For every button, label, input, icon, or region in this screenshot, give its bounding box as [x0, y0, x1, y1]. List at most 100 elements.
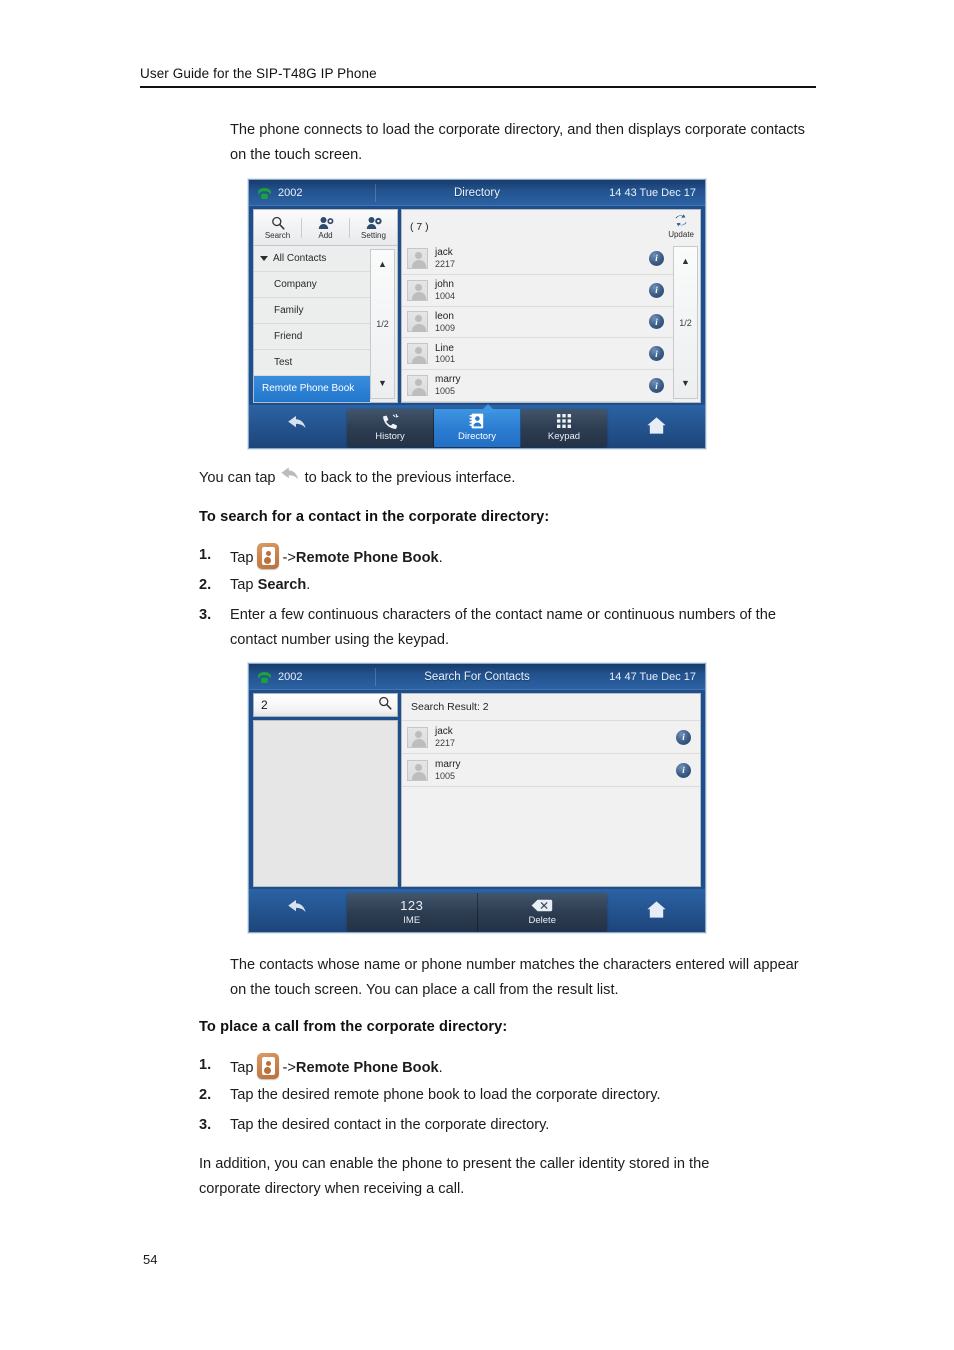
- contact-scrollbar[interactable]: ▲ 1/2 ▼: [673, 246, 698, 399]
- magnifier-icon: [271, 215, 285, 230]
- step-text: Tap the desired remote phone book to loa…: [230, 1087, 661, 1103]
- step-suffix: .: [306, 577, 311, 593]
- phone-screenshot-search: 2002 Search For Contacts 14 47 Tue Dec 1…: [248, 663, 706, 933]
- back-arrow-icon: [287, 899, 309, 924]
- search-button-label: Search: [264, 231, 291, 240]
- directory-icon: [469, 413, 485, 429]
- search-results-pane: Search Result: 2 jack 2217 i marry 1005 …: [401, 693, 701, 887]
- call-step-1: 1. Tap ->Remote Phone Book.: [199, 1053, 819, 1081]
- search-suggestion-area: [253, 720, 398, 887]
- page-indicator: 1/2: [376, 319, 389, 329]
- running-head-title: User Guide for the SIP-T48G IP Phone: [140, 66, 377, 81]
- category-label: Remote Phone Book: [262, 383, 355, 395]
- scroll-down-arrow-icon[interactable]: ▼: [681, 379, 690, 388]
- avatar: [407, 343, 428, 365]
- tab-group: 123 IME Delete: [347, 892, 607, 931]
- tap-back-prefix: You can tap: [199, 470, 276, 486]
- home-button[interactable]: [607, 416, 705, 440]
- keypad-grid-icon: [556, 413, 572, 429]
- contact-number: 1004: [435, 290, 456, 301]
- category-item-family[interactable]: Family: [254, 298, 370, 324]
- update-button[interactable]: Update: [668, 214, 694, 239]
- directory-left-pane: Search Add Setting All Contacts Company …: [253, 209, 398, 403]
- avatar: [407, 726, 428, 748]
- contact-row[interactable]: marry 1005 i: [402, 754, 700, 787]
- home-button[interactable]: [607, 900, 705, 924]
- category-label: Test: [274, 357, 293, 368]
- add-contact-icon: [318, 215, 334, 230]
- category-label: All Contacts: [273, 253, 327, 264]
- scroll-down-arrow-icon[interactable]: ▼: [378, 379, 387, 388]
- contact-row[interactable]: jack 2217 i: [402, 243, 673, 275]
- search-button[interactable]: Search: [254, 215, 301, 240]
- add-button[interactable]: Add: [302, 215, 349, 240]
- backspace-icon: [531, 897, 553, 913]
- home-icon: [646, 416, 667, 440]
- search-input[interactable]: 2: [253, 693, 398, 717]
- search-result-list: jack 2217 i marry 1005 i: [402, 721, 700, 886]
- contact-info-icon[interactable]: i: [649, 346, 664, 362]
- intro-paragraph: The phone connects to load the corporate…: [230, 122, 805, 163]
- back-arrow-icon: [280, 467, 301, 486]
- contact-info-icon[interactable]: i: [649, 378, 664, 394]
- back-button[interactable]: [249, 899, 347, 924]
- tab-delete[interactable]: Delete: [477, 892, 607, 931]
- tab-delete-label: Delete: [528, 915, 556, 926]
- contact-info-icon[interactable]: i: [676, 729, 691, 745]
- page-header: User Guide for the SIP-T48G IP Phone: [140, 66, 816, 88]
- contact-row[interactable]: Line 1001 i: [402, 338, 673, 371]
- call-step-2: 2. Tap the desired remote phone book to …: [199, 1083, 819, 1108]
- screen-body: 2 Search Result: 2 jack 2217 i marry 100…: [249, 690, 705, 889]
- avatar: [407, 375, 428, 397]
- avatar: [407, 311, 428, 333]
- avatar: [407, 759, 428, 781]
- scroll-up-arrow-icon[interactable]: ▲: [681, 257, 690, 266]
- tab-history[interactable]: History: [347, 408, 434, 447]
- tab-directory[interactable]: Directory: [434, 408, 521, 447]
- contact-info-icon[interactable]: i: [676, 762, 691, 778]
- setting-button-label: Setting: [361, 231, 386, 240]
- category-item-friend[interactable]: Friend: [254, 324, 370, 350]
- magnifier-icon: [378, 696, 392, 715]
- contact-info: jack 2217: [435, 247, 649, 269]
- contact-number: 2217: [435, 737, 456, 748]
- search-step-2: 2. Tap Search.: [199, 573, 819, 598]
- tab-keypad[interactable]: Keypad: [521, 408, 607, 447]
- contact-count-label: ( 7 ): [410, 220, 429, 233]
- bottom-tab-bar: History Directory Keypad: [249, 404, 705, 448]
- contact-area: jack 2217 i john 1004 i leon 1009 i Line…: [402, 243, 700, 402]
- result-paragraph: The contacts whose name or phone number …: [230, 957, 799, 998]
- category-item-test[interactable]: Test: [254, 350, 370, 376]
- setting-button[interactable]: Setting: [350, 215, 397, 240]
- tab-keypad-label: Keypad: [547, 431, 581, 442]
- contact-info-icon[interactable]: i: [649, 250, 664, 266]
- scroll-up-arrow-icon[interactable]: ▲: [378, 260, 387, 269]
- caret-down-icon: [260, 256, 268, 261]
- contact-name: Line: [435, 342, 454, 354]
- contact-info: john 1004: [435, 279, 649, 301]
- contact-row[interactable]: leon 1009 i: [402, 306, 673, 339]
- contact-name: john: [435, 278, 454, 290]
- category-item-all-contacts[interactable]: All Contacts: [254, 246, 370, 272]
- contact-number: 2217: [435, 258, 456, 269]
- category-scrollbar[interactable]: ▲ 1/2 ▼: [370, 249, 395, 399]
- contact-row[interactable]: jack 2217 i: [402, 721, 700, 754]
- contact-name: jack: [435, 247, 453, 259]
- contact-info-icon[interactable]: i: [649, 314, 664, 330]
- search-result-label: Search Result: 2: [402, 694, 700, 721]
- call-step-3: 3. Tap the desired contact in the corpor…: [199, 1113, 819, 1138]
- step-number: 3.: [199, 1117, 212, 1133]
- remote-phone-book-icon[interactable]: [256, 543, 279, 569]
- contact-row[interactable]: john 1004 i: [402, 274, 673, 307]
- contact-name: marry: [435, 374, 461, 386]
- avatar: [407, 247, 428, 269]
- remote-phone-book-icon[interactable]: [256, 1053, 279, 1079]
- contact-number: 1009: [435, 322, 456, 333]
- category-item-remote-phone-book[interactable]: Remote Phone Book: [254, 376, 370, 402]
- tab-ime[interactable]: 123 IME: [347, 892, 478, 931]
- back-button[interactable]: [249, 415, 347, 440]
- contact-row[interactable]: marry 1005 i: [402, 370, 673, 402]
- contact-info-icon[interactable]: i: [649, 282, 664, 298]
- bottom-tab-bar: 123 IME Delete: [249, 889, 705, 932]
- category-item-company[interactable]: Company: [254, 272, 370, 298]
